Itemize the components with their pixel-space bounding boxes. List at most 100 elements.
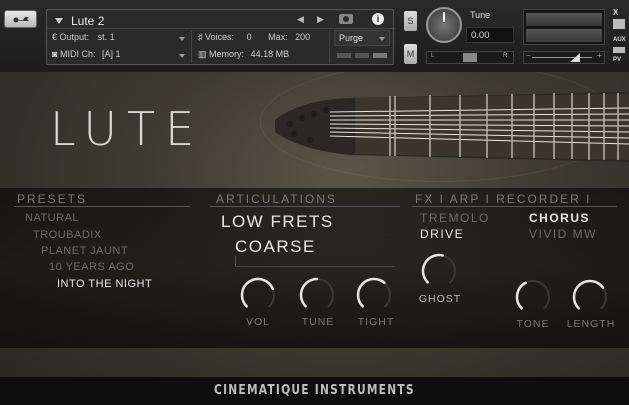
tone-knob[interactable] [514, 278, 552, 316]
voices-value: 0 [246, 32, 252, 42]
knob-value-arc [515, 281, 527, 310]
vol-knob-label: VOL [245, 316, 270, 328]
max-voices-value[interactable]: 200 [295, 32, 310, 42]
articulations-divider [210, 206, 400, 207]
volume-minus-label: − [526, 51, 531, 60]
voices-label: Voices: [205, 32, 235, 42]
memory-icon: ▥ [198, 49, 207, 59]
camera-icon[interactable] [339, 14, 353, 24]
divider [329, 31, 330, 63]
midi-label: MIDI Ch: [59, 49, 96, 59]
next-instrument-icon[interactable]: ▶ [317, 14, 324, 25]
output-dropdown-icon[interactable] [179, 37, 185, 41]
brand-name: CINEMATIQUE INSTRUMENTS [214, 383, 415, 398]
output-icon: € [52, 32, 58, 42]
kontakt-header: Lute 2 ◀ ▶ i € Output: st. 1 ◙ MIDI Ch: … [0, 0, 629, 72]
lute-neck-image [275, 92, 629, 162]
fx-vivid-mw[interactable]: VIVID MW [529, 227, 597, 241]
pan-left-label: L [431, 53, 435, 59]
knob-value-arc [421, 253, 444, 284]
instrument-header-panel: Lute 2 ◀ ▶ i € Output: st. 1 ◙ MIDI Ch: … [46, 9, 395, 65]
articulation-low-frets[interactable]: LOW FRETS [221, 212, 334, 232]
midi-value: [A] 1 [101, 49, 121, 59]
output-field[interactable]: € Output: st. 1 [52, 32, 115, 42]
output-value: st. 1 [97, 32, 115, 42]
instrument-name[interactable]: Lute 2 [71, 14, 104, 28]
tune-label: Tune [470, 10, 491, 20]
midi-dropdown-icon[interactable] [179, 54, 185, 58]
presets-divider [14, 206, 190, 207]
fx-chorus[interactable]: CHORUS [529, 211, 590, 225]
fx-tabs[interactable]: FX I ARP I RECORDER I [415, 192, 591, 206]
prev-instrument-icon[interactable]: ◀ [297, 14, 304, 25]
presets-title: PRESETS [17, 192, 88, 206]
solo-button[interactable]: S [404, 11, 417, 31]
tune-knob-label: TUNE [301, 316, 335, 328]
control-panel: PRESETS NATURAL TROUBADIX PLANET JAUNT 1… [0, 188, 629, 348]
articulations-title: ARTICULATIONS [216, 192, 337, 206]
articulation-coarse[interactable]: COARSE [235, 237, 316, 257]
midi-icon: ◙ [52, 49, 58, 59]
knob-value-arc [572, 279, 605, 310]
volume-slider[interactable]: − + [523, 51, 605, 64]
instrument-body: LUTE PRESETS NATURAL TROUBADIX PLANET JA… [0, 72, 629, 405]
tune-param-knob[interactable] [298, 276, 336, 314]
memory-label: Memory: [209, 49, 245, 59]
length-knob-label: LENGTH [566, 318, 616, 330]
cpu-meter [337, 53, 351, 58]
articulation-tick [235, 256, 236, 266]
preset-item[interactable]: 10 YEARS AGO [49, 261, 134, 273]
midi-channel-field[interactable]: ◙ MIDI Ch: [A] 1 [52, 49, 121, 59]
knob-value-arc [299, 277, 319, 308]
preset-item-selected[interactable]: INTO THE NIGHT [57, 278, 152, 290]
level-meter-left [526, 13, 602, 26]
voices-field: ♯ Voices: 0 Max: 200 [198, 32, 310, 42]
knob-value-arc [356, 277, 386, 308]
disk-meter [355, 53, 369, 58]
tight-knob[interactable] [355, 276, 393, 314]
preset-item[interactable]: NATURAL [25, 212, 79, 224]
instrument-logo: LUTE [50, 102, 205, 156]
options-button[interactable] [4, 10, 37, 28]
preset-item[interactable]: TROUBADIX [33, 229, 102, 241]
purge-label: Purge [339, 33, 364, 43]
volume-plus-label: + [597, 51, 602, 60]
level-meter-right [526, 29, 602, 42]
pan-right-label: R [503, 53, 508, 59]
close-instrument-button[interactable]: X [613, 8, 618, 17]
memory-field: ▥ Memory: 44.18 MB [198, 49, 289, 60]
pv-button[interactable]: PV [613, 57, 621, 63]
voices-icon: ♯ [198, 32, 203, 42]
memory-value: 44.18 MB [250, 49, 290, 59]
pan-handle[interactable] [463, 53, 477, 62]
instrument-title-row: Lute 2 [47, 12, 337, 29]
tone-knob-label: TONE [516, 318, 550, 330]
wrench-icon [12, 17, 29, 23]
vol-knob[interactable] [239, 276, 277, 314]
purge-dropdown[interactable]: Purge [334, 30, 390, 46]
info-icon[interactable]: i [372, 13, 384, 25]
mute-button[interactable]: M [404, 44, 417, 64]
tune-knob[interactable] [426, 7, 462, 43]
knob-value-arc [240, 277, 275, 308]
tune-value[interactable]: 0.00 [466, 27, 514, 43]
volume-slider-handle[interactable] [570, 53, 580, 62]
minimize-icon[interactable] [613, 19, 625, 29]
fx-tremolo[interactable]: TREMOLO [420, 211, 490, 225]
fx-divider [412, 206, 617, 207]
ghost-knob[interactable] [420, 252, 458, 290]
fx-drive[interactable]: DRIVE [420, 227, 464, 241]
pan-slider[interactable]: L R [426, 51, 514, 64]
aux-button[interactable]: AUX [613, 37, 626, 43]
divider [191, 31, 192, 63]
tight-knob-label: TIGHT [357, 316, 395, 328]
divider [47, 28, 395, 29]
ghost-knob-label: GHOST [418, 293, 462, 305]
preset-item[interactable]: PLANET JAUNT [41, 245, 128, 257]
footer: CINEMATIQUE INSTRUMENTS [0, 377, 629, 405]
max-label: Max: [268, 32, 288, 42]
length-knob[interactable] [571, 278, 609, 316]
memory-meter [373, 53, 387, 58]
aux-toggle-icon[interactable] [613, 47, 625, 53]
collapse-arrow-icon[interactable] [55, 18, 63, 24]
